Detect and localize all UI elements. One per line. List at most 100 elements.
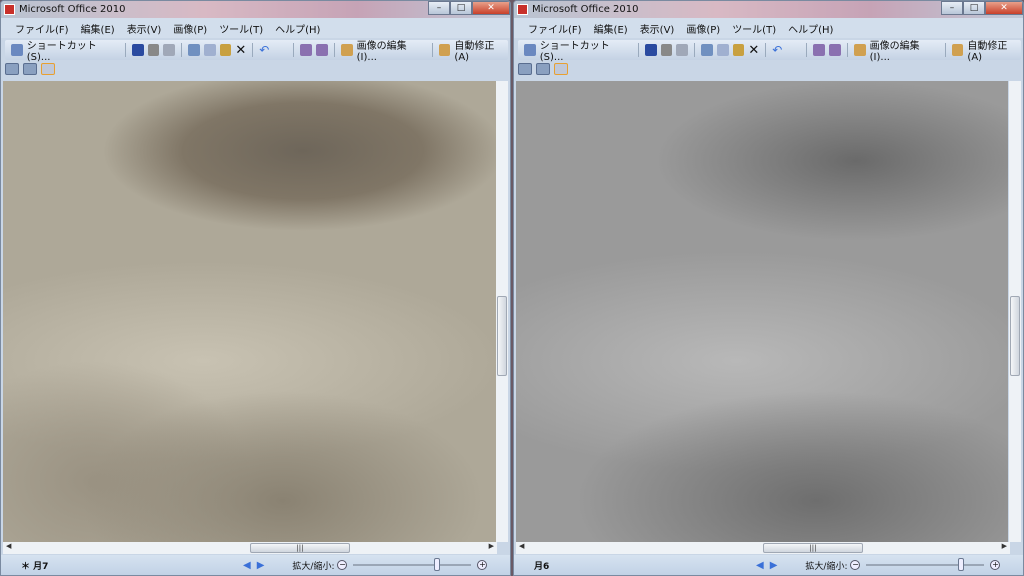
zoom-out-icon[interactable]: − [850,560,861,570]
copy-icon[interactable] [203,44,216,56]
print-icon[interactable] [147,44,160,56]
paste-icon[interactable] [732,44,745,56]
zoom-slider[interactable] [353,558,472,571]
menu-help[interactable]: ヘルプ(H) [275,21,320,36]
auto-correct-icon [951,44,964,56]
image-canvas [516,81,1008,542]
horizontal-scroll-thumb[interactable]: ||| [250,543,350,553]
menu-help[interactable]: ヘルプ(H) [788,21,833,36]
filmstrip-view-icon[interactable] [23,63,37,75]
previous-icon[interactable]: ◀ [756,560,764,571]
edit-image-button[interactable]: 画像の編集(I)... [870,37,939,63]
minimize-button[interactable]: – [941,1,963,15]
horizontal-scrollbar[interactable]: ◀ ||| ▶ [3,542,497,554]
rotate-right-icon[interactable] [316,44,328,56]
mail-icon[interactable] [163,44,176,56]
shortcut-icon [11,44,23,56]
edit-image-button[interactable]: 画像の編集(I)... [357,37,426,63]
cut-icon[interactable] [188,44,200,56]
save-icon[interactable] [644,44,657,56]
minimize-button[interactable]: – [428,1,450,15]
zoom-in-icon[interactable]: + [477,560,488,570]
shortcut-icon [524,44,536,56]
next-icon[interactable]: ▶ [770,560,778,571]
menu-image[interactable]: 画像(P) [173,21,207,36]
menu-view[interactable]: 表示(V) [640,21,675,36]
shortcut-button[interactable]: ショートカット(S)... [27,37,119,63]
previous-icon[interactable]: ◀ [243,560,251,571]
paste-icon[interactable] [219,44,232,56]
save-icon[interactable] [131,44,144,56]
mail-icon[interactable] [676,44,689,56]
auto-correct-button[interactable]: 自動修正(A) [967,37,1021,63]
title-bar[interactable]: Microsoft Office 2010 – □ ✕ [1,1,510,18]
menu-tools[interactable]: ツール(T) [219,21,263,36]
shortcut-button[interactable]: ショートカット(S)... [540,37,632,63]
zoom-slider-knob[interactable] [958,558,965,571]
auto-correct-button[interactable]: 自動修正(A) [454,37,508,63]
close-button[interactable]: ✕ [985,1,1023,15]
window-title: Microsoft Office 2010 [532,4,639,15]
edit-image-icon [340,44,353,56]
zoom-slider[interactable] [866,558,985,571]
zoom-label: 拡大/縮小: [805,561,848,572]
menu-file[interactable]: ファイル(F) [528,21,582,36]
vertical-scroll-thumb[interactable] [1010,296,1020,376]
status-bar: ＊ 月7 ◀ ▶ 拡大/縮小: − + [1,555,510,575]
thumbnail-view-icon[interactable] [5,63,19,75]
menu-edit[interactable]: 編集(E) [594,21,628,36]
horizontal-scrollbar[interactable]: ◀ ||| ▶ [516,542,1010,554]
single-view-icon[interactable] [41,63,55,75]
status-bar: 月6 ◀ ▶ 拡大/縮小: − + [514,555,1023,575]
standard-toolbar: ショートカット(S)... ✕ ↶ 画像の編集(I)... 自動修正(A) [518,37,1021,63]
image-canvas [3,81,497,542]
edit-image-icon [853,44,866,56]
print-icon[interactable] [660,44,673,56]
menu-view[interactable]: 表示(V) [127,21,162,36]
menu-file[interactable]: ファイル(F) [15,21,69,36]
maximize-button[interactable]: □ [450,1,472,15]
rotate-left-icon[interactable] [300,44,313,56]
scroll-right-arrow[interactable]: ▶ [489,542,494,550]
photo-window-right: Microsoft Office 2010 – □ ✕ ファイル(F) 編集(E… [513,0,1024,576]
menu-edit[interactable]: 編集(E) [81,21,115,36]
auto-correct-icon [438,44,451,56]
scroll-right-arrow[interactable]: ▶ [1002,542,1007,550]
copy-icon[interactable] [716,44,729,56]
undo-icon[interactable]: ↶ [772,43,782,57]
thumbnail-view-icon[interactable] [518,63,532,75]
menu-bar: ファイル(F) 編集(E) 表示(V) 画像(P) ツール(T) ヘルプ(H) [514,18,1023,38]
zoom-slider-knob[interactable] [434,558,441,571]
zoom-in-icon[interactable]: + [990,560,1001,570]
scroll-left-arrow[interactable]: ◀ [519,542,524,550]
zoom-out-icon[interactable]: − [337,560,348,570]
maximize-button[interactable]: □ [963,1,985,15]
next-icon[interactable]: ▶ [257,560,265,571]
vertical-scroll-thumb[interactable] [497,296,507,376]
rotate-left-icon[interactable] [813,44,826,56]
horizontal-scroll-thumb[interactable]: ||| [763,543,863,553]
undo-icon[interactable]: ↶ [259,43,269,57]
app-icon [4,4,15,15]
rotate-right-icon[interactable] [829,44,841,56]
single-view-icon[interactable] [554,63,568,75]
title-bar[interactable]: Microsoft Office 2010 – □ ✕ [514,1,1023,18]
scroll-left-arrow[interactable]: ◀ [6,542,11,550]
vertical-scrollbar[interactable] [496,81,508,542]
window-title: Microsoft Office 2010 [19,4,126,15]
delete-icon[interactable]: ✕ [235,43,246,58]
delete-icon[interactable]: ✕ [748,43,759,58]
photo-window-left: Microsoft Office 2010 – □ ✕ ファイル(F) 編集(E… [0,0,511,576]
standard-toolbar: ショートカット(S)... ✕ ↶ 画像の編集(I)... 自動修正(A) [5,37,508,63]
vertical-scrollbar[interactable] [1009,81,1021,542]
menu-tools[interactable]: ツール(T) [732,21,776,36]
file-name: 月6 [534,561,550,572]
menu-image[interactable]: 画像(P) [686,21,720,36]
filmstrip-view-icon[interactable] [536,63,550,75]
close-button[interactable]: ✕ [472,1,510,15]
file-name: ＊ 月7 [21,561,49,572]
menu-bar: ファイル(F) 編集(E) 表示(V) 画像(P) ツール(T) ヘルプ(H) [1,18,510,38]
app-icon [517,4,528,15]
cut-icon[interactable] [701,44,713,56]
zoom-label: 拡大/縮小: [292,561,335,572]
